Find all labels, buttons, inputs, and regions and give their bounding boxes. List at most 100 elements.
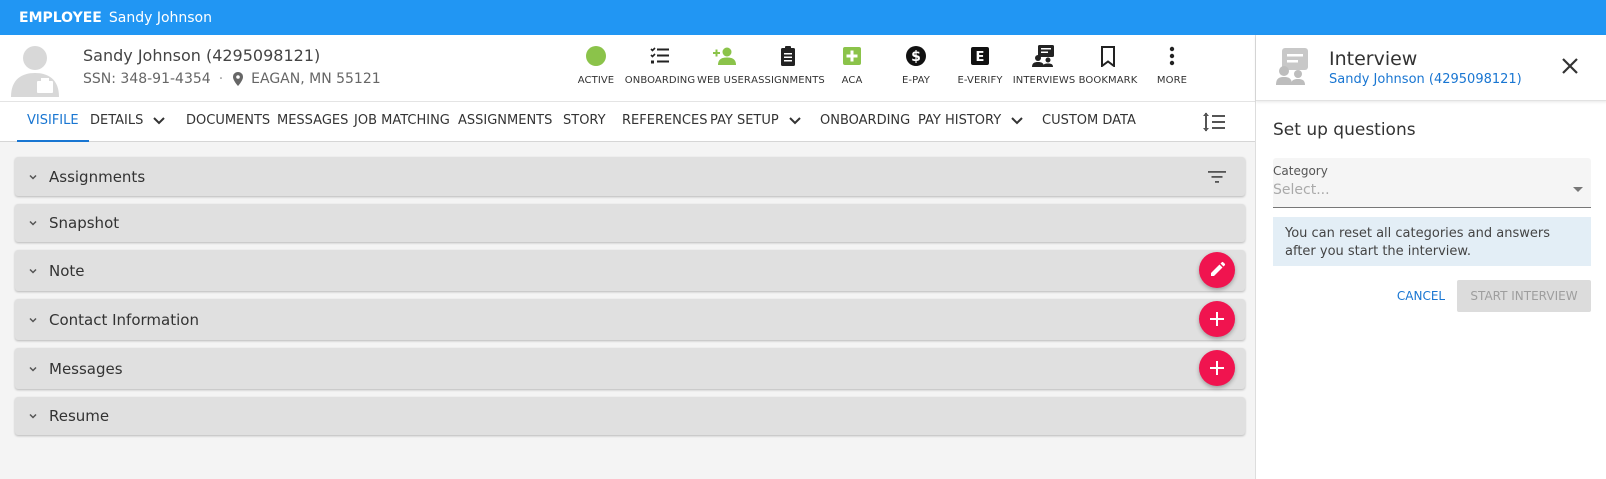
svg-text:$: $ xyxy=(911,49,921,65)
chevron-down-icon xyxy=(153,116,166,124)
action-label: ONBOARDING xyxy=(624,75,696,86)
section-title: Set up questions xyxy=(1273,120,1416,140)
tab-references[interactable]: REFERENCES xyxy=(622,102,707,142)
tab-label: DETAILS xyxy=(90,113,144,128)
bookmark-icon xyxy=(1101,46,1115,67)
action-onboarding[interactable]: ONBOARDING xyxy=(624,43,696,99)
location-pin-icon xyxy=(233,72,244,86)
drawer-header: Interview Sandy Johnson (4295098121) xyxy=(1256,35,1606,101)
action-label: ACTIVE xyxy=(577,75,615,86)
tab-label: ASSIGNMENTS xyxy=(458,113,553,128)
tab-label: DOCUMENTS xyxy=(186,113,271,128)
close-icon[interactable] xyxy=(1561,57,1579,75)
panel-snapshot[interactable]: Snapshot xyxy=(15,204,1245,242)
interview-drawer: Interview Sandy Johnson (4295098121) Set… xyxy=(1255,35,1606,479)
tab-messages[interactable]: MESSAGES xyxy=(277,102,348,142)
action-e-verify[interactable]: E E-VERIFY xyxy=(948,43,1012,99)
action-label: MORE xyxy=(1156,75,1188,86)
svg-text:E: E xyxy=(976,50,985,65)
more-vertical-icon xyxy=(1169,46,1175,66)
action-label: INTERVIEWS xyxy=(1012,75,1076,86)
tab-visifile[interactable]: VISIFILE xyxy=(17,102,89,142)
tab-label: JOB MATCHING xyxy=(354,113,450,128)
action-label: ASSIGNMENTS xyxy=(751,75,825,86)
panel-note[interactable]: Note xyxy=(15,250,1245,291)
tab-assignments[interactable]: ASSIGNMENTS xyxy=(458,102,552,142)
category-label: Category xyxy=(1273,164,1328,178)
chevron-down-icon xyxy=(29,317,37,323)
record-type-label: EMPLOYEE xyxy=(19,9,102,26)
tab-label: REFERENCES xyxy=(622,113,708,128)
start-interview-button[interactable]: START INTERVIEW xyxy=(1457,280,1591,312)
action-interviews[interactable]: INTERVIEWS xyxy=(1012,43,1076,99)
employee-name: Sandy Johnson (4295098121) xyxy=(83,46,321,65)
plus-icon xyxy=(1210,312,1224,326)
tab-pay-setup[interactable]: PAY SETUP xyxy=(710,102,801,142)
interview-icon xyxy=(1032,45,1054,67)
plus-icon xyxy=(1210,361,1224,375)
record-name: Sandy Johnson xyxy=(108,9,212,26)
add-contact-button[interactable] xyxy=(1199,301,1235,337)
add-user-icon xyxy=(713,47,736,65)
action-label: BOOKMARK xyxy=(1078,75,1138,86)
tab-details[interactable]: DETAILS xyxy=(90,102,166,142)
panel-title: Assignments xyxy=(49,167,146,186)
panel-resume[interactable]: Resume xyxy=(15,397,1245,435)
edit-note-button[interactable] xyxy=(1199,252,1235,288)
add-message-button[interactable] xyxy=(1199,350,1235,386)
action-web-user[interactable]: WEB USER xyxy=(692,43,756,99)
cancel-button[interactable]: CANCEL xyxy=(1386,280,1456,312)
filter-icon[interactable] xyxy=(1207,169,1227,185)
row-density-icon[interactable] xyxy=(1203,112,1225,132)
checklist-icon xyxy=(650,47,669,64)
clipboard-icon xyxy=(781,46,795,66)
panel-title: Note xyxy=(49,261,85,280)
tab-onboarding[interactable]: ONBOARDING xyxy=(820,102,910,142)
e-badge-icon: E xyxy=(971,47,989,65)
panel-title: Snapshot xyxy=(49,214,120,232)
tab-job-matching[interactable]: JOB MATCHING xyxy=(354,102,450,142)
separator: · xyxy=(218,71,224,87)
dollar-icon: $ xyxy=(906,46,926,66)
active-status-icon xyxy=(586,46,606,66)
action-more[interactable]: MORE xyxy=(1140,43,1204,99)
action-active[interactable]: ACTIVE xyxy=(564,43,628,99)
tab-bar: VISIFILE DETAILS DOCUMENTS MESSAGES JOB … xyxy=(0,101,1255,142)
plus-square-icon xyxy=(843,47,861,65)
tab-pay-history[interactable]: PAY HISTORY xyxy=(918,102,1023,142)
employee-location: EAGAN, MN 55121 xyxy=(251,71,381,87)
panel-title: Contact Information xyxy=(49,310,199,329)
tab-label: PAY HISTORY xyxy=(918,113,1002,128)
chevron-down-icon xyxy=(789,116,801,124)
panel-assignments[interactable]: Assignments xyxy=(15,157,1245,196)
chevron-down-icon xyxy=(29,268,37,274)
drawer-employee-link[interactable]: Sandy Johnson (4295098121) xyxy=(1329,72,1522,87)
avatar xyxy=(8,43,62,97)
tab-label: PAY SETUP xyxy=(710,113,779,128)
tab-custom-data[interactable]: CUSTOM DATA xyxy=(1042,102,1136,142)
employee-header: Sandy Johnson (4295098121) SSN: 348-91-4… xyxy=(0,35,1255,101)
pencil-icon xyxy=(1211,261,1226,276)
panel-messages[interactable]: Messages xyxy=(15,348,1245,389)
dropdown-caret-icon xyxy=(1573,187,1583,192)
action-label: E-PAY xyxy=(902,75,930,86)
tab-story[interactable]: STORY xyxy=(563,102,606,142)
top-bar: EMPLOYEE Sandy Johnson xyxy=(0,0,1606,35)
tab-label: CUSTOM DATA xyxy=(1042,113,1136,128)
action-label: WEB USER xyxy=(697,75,751,86)
drawer-title: Interview xyxy=(1329,48,1418,70)
employee-ssn: SSN: 348-91-4354 xyxy=(83,71,211,87)
chevron-down-icon xyxy=(29,413,37,419)
main-content: Sandy Johnson (4295098121) SSN: 348-91-4… xyxy=(0,35,1255,479)
tab-label: VISIFILE xyxy=(27,113,79,128)
tab-documents[interactable]: DOCUMENTS xyxy=(186,102,270,142)
action-toolbar: ACTIVE ONBOARDING WEB USER ASSIGNMENTS A… xyxy=(564,43,1204,99)
tab-label: MESSAGES xyxy=(277,113,349,128)
action-bookmark[interactable]: BOOKMARK xyxy=(1076,43,1140,99)
action-e-pay[interactable]: $ E-PAY xyxy=(884,43,948,99)
action-aca[interactable]: ACA xyxy=(820,43,884,99)
category-select[interactable]: Category Select... xyxy=(1273,158,1591,208)
chevron-down-icon xyxy=(29,366,37,372)
panel-contact-information[interactable]: Contact Information xyxy=(15,299,1245,340)
action-assignments[interactable]: ASSIGNMENTS xyxy=(751,43,825,99)
